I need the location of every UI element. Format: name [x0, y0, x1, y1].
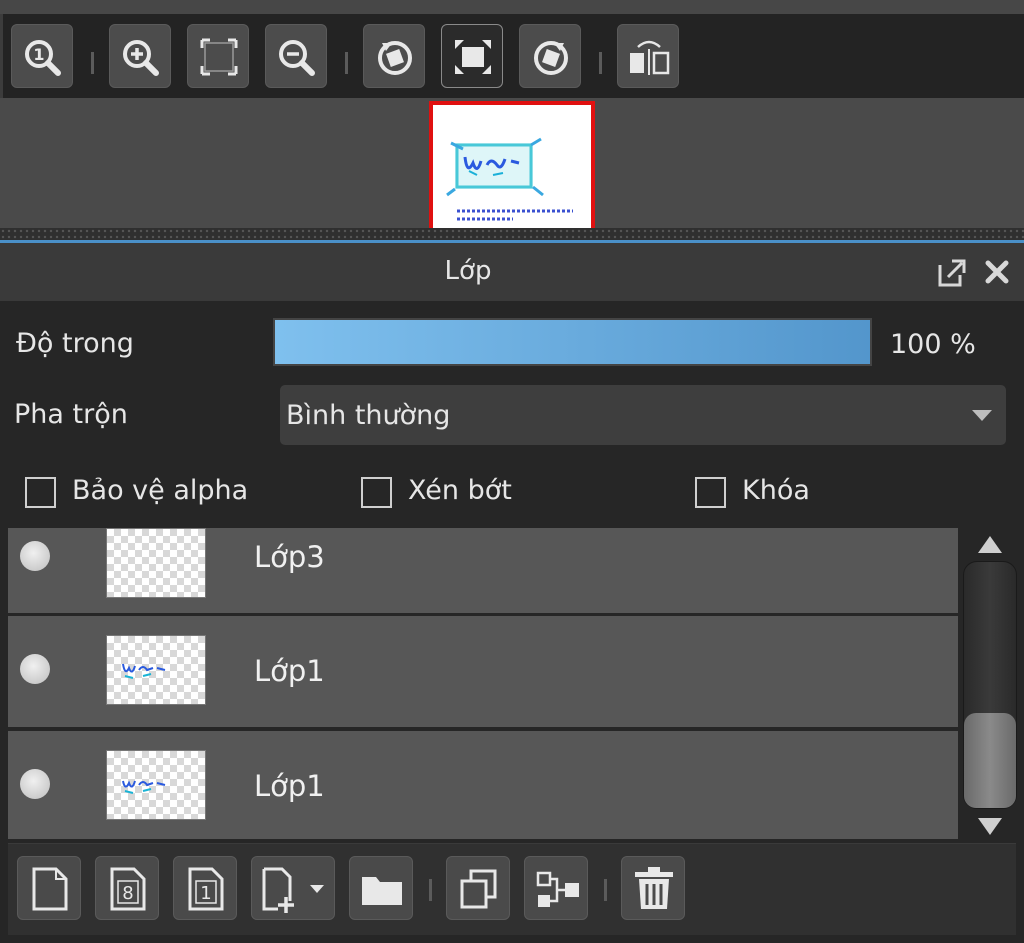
close-icon[interactable]	[980, 255, 1014, 289]
lock-label[interactable]: Khóa	[742, 475, 810, 506]
toolbar-separator	[429, 879, 432, 901]
scroll-thumb[interactable]	[964, 713, 1016, 808]
toolbar-separator	[91, 52, 94, 74]
layer-thumbnail	[106, 635, 206, 705]
reset-view-button[interactable]	[441, 24, 503, 88]
top-strip	[0, 0, 1024, 14]
visibility-toggle-icon[interactable]	[20, 769, 50, 799]
opacity-label: Độ trong	[16, 328, 134, 359]
zoom-out-icon	[279, 40, 315, 76]
duplicate-icon	[460, 869, 497, 909]
rotate-right-icon	[534, 41, 568, 75]
navigator-preview[interactable]	[0, 98, 1024, 228]
zoom-actual-size-button[interactable]: 1	[11, 24, 73, 88]
blend-label: Pha trộn	[14, 399, 128, 430]
merge-down-icon	[536, 871, 579, 907]
layer-toolbar: 8 1	[0, 839, 1024, 943]
scroll-down-arrow-icon[interactable]	[978, 818, 1002, 835]
layer-name: Lớp1	[254, 654, 325, 688]
new-folder-button[interactable]	[349, 856, 413, 920]
clipping-label[interactable]: Xén bớt	[408, 475, 512, 506]
navigator-viewport-frame[interactable]	[429, 101, 595, 228]
blend-row: Pha trộn Bình thường	[0, 383, 1024, 455]
fit-window-button[interactable]	[187, 24, 249, 88]
add-layer-menu-button[interactable]	[251, 856, 335, 920]
rotate-left-icon	[378, 41, 412, 75]
trash-icon	[635, 867, 673, 909]
lock-checkbox[interactable]	[695, 477, 726, 508]
fit-canvas-icon	[455, 40, 491, 74]
zoom-out-button[interactable]	[265, 24, 327, 88]
new-1bit-layer-icon: 1	[188, 867, 224, 911]
layer-panel-header: Lớp	[0, 243, 1024, 301]
new-1bit-layer-button[interactable]: 1	[173, 856, 237, 920]
toolbar-separator	[599, 52, 602, 74]
layer-list: Lớp3 Lớp1 Lớp1	[0, 528, 1024, 839]
new-8bit-layer-button[interactable]: 8	[95, 856, 159, 920]
bit-depth-glyph: 8	[122, 883, 133, 904]
svg-text:1: 1	[33, 45, 44, 64]
add-layer-dropdown-icon	[262, 867, 324, 913]
scroll-up-arrow-icon[interactable]	[978, 536, 1002, 553]
panel-title: Lớp	[444, 256, 492, 286]
rotate-right-button[interactable]	[519, 24, 581, 88]
layer-scrollbar[interactable]	[958, 528, 1024, 839]
layer-options-row: Bảo vệ alpha Xén bớt Khóa	[0, 455, 1024, 528]
layer-row[interactable]: Lớp3	[8, 528, 958, 613]
view-toolbar: 1	[3, 14, 1024, 98]
opacity-row: Độ trong 100 %	[0, 301, 1024, 383]
panel-splitter[interactable]	[0, 228, 1024, 240]
layer-content-preview	[122, 663, 166, 679]
magnifier-one-icon: 1	[25, 40, 61, 76]
canvas-thumbnail	[446, 137, 573, 221]
layer-content-preview	[122, 780, 166, 794]
delete-layer-button[interactable]	[621, 856, 685, 920]
layer-thumbnail	[106, 750, 206, 820]
layer-row[interactable]: Lớp1	[8, 731, 958, 839]
layer-thumbnail	[106, 528, 206, 598]
visibility-toggle-icon[interactable]	[20, 654, 50, 684]
folder-icon	[362, 877, 402, 905]
protect-alpha-label[interactable]: Bảo vệ alpha	[72, 475, 248, 506]
bit-depth-glyph: 1	[200, 883, 211, 904]
opacity-slider[interactable]	[273, 318, 872, 366]
visibility-toggle-icon[interactable]	[20, 541, 50, 571]
new-8bit-layer-icon: 8	[110, 867, 146, 911]
flip-horizontal-icon	[630, 40, 670, 75]
new-layer-button[interactable]	[17, 856, 81, 920]
opacity-value: 100 %	[890, 329, 976, 360]
blend-mode-select[interactable]: Bình thường	[280, 385, 1006, 445]
layer-row[interactable]: Lớp1	[8, 616, 958, 727]
protect-alpha-checkbox[interactable]	[25, 477, 56, 508]
toolbar-separator	[345, 52, 348, 74]
chevron-down-icon	[972, 410, 992, 421]
zoom-in-icon	[123, 40, 159, 76]
toolbar-separator	[604, 879, 607, 901]
zoom-in-button[interactable]	[109, 24, 171, 88]
new-page-icon	[32, 867, 68, 911]
merge-layer-button[interactable]	[524, 856, 588, 920]
duplicate-layer-button[interactable]	[446, 856, 510, 920]
pop-out-icon[interactable]	[934, 255, 968, 289]
clipping-checkbox[interactable]	[361, 477, 392, 508]
rotate-left-button[interactable]	[363, 24, 425, 88]
blend-mode-value: Bình thường	[286, 400, 451, 431]
fit-window-icon	[200, 38, 238, 76]
flip-horizontal-button[interactable]	[617, 24, 679, 88]
layer-name: Lớp3	[254, 540, 325, 574]
layer-name: Lớp1	[254, 769, 325, 803]
